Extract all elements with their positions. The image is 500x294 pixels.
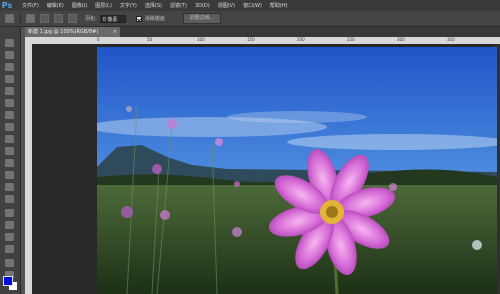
document-tab-bar: 新建 1.jpg @ 100%(RGB/8#) × bbox=[25, 27, 500, 37]
document-canvas-image[interactable] bbox=[97, 47, 497, 294]
menu-file[interactable]: 文件(F) bbox=[22, 2, 39, 9]
hand-icon[interactable] bbox=[5, 259, 14, 267]
dodge-icon[interactable] bbox=[5, 195, 14, 203]
menu-type[interactable]: 文字(Y) bbox=[120, 2, 137, 9]
flower-photo bbox=[97, 47, 497, 294]
marquee-icon[interactable] bbox=[5, 51, 14, 59]
brush-icon[interactable] bbox=[5, 123, 14, 131]
quick-select-icon[interactable] bbox=[5, 75, 14, 83]
feather-input[interactable]: 0 像素 bbox=[99, 14, 126, 23]
subtract-selection-icon[interactable] bbox=[54, 14, 63, 23]
menu-select[interactable]: 选择(S) bbox=[145, 2, 162, 9]
menu-window[interactable]: 窗口(W) bbox=[243, 2, 262, 9]
menu-3d[interactable]: 3D(D) bbox=[195, 3, 210, 9]
document-tab[interactable]: 新建 1.jpg @ 100%(RGB/8#) × bbox=[25, 27, 120, 37]
tool-preset-icon[interactable] bbox=[5, 14, 14, 23]
menu-help[interactable]: 帮助(H) bbox=[270, 2, 288, 9]
eraser-icon[interactable] bbox=[5, 159, 14, 167]
new-selection-icon[interactable] bbox=[26, 14, 35, 23]
feather-label: 羽化: bbox=[85, 16, 97, 22]
menu-bar: Ps 文件(F) 编辑(E) 图像(I) 图层(L) 文字(Y) 选择(S) 滤… bbox=[0, 0, 500, 11]
ruler-tick: 200 bbox=[297, 37, 305, 42]
crop-icon[interactable] bbox=[5, 87, 14, 95]
antialias-checkbox[interactable] bbox=[135, 15, 142, 22]
menu-layer[interactable]: 图层(L) bbox=[95, 2, 112, 9]
gradient-icon[interactable] bbox=[5, 171, 14, 179]
antialias-label: 消除锯齿 bbox=[144, 16, 165, 22]
menu-view[interactable]: 视图(V) bbox=[218, 2, 235, 9]
clone-stamp-icon[interactable] bbox=[5, 135, 14, 143]
ruler-tick: 100 bbox=[197, 37, 205, 42]
divider bbox=[20, 13, 21, 24]
add-selection-icon[interactable] bbox=[40, 14, 49, 23]
document-tab-label: 新建 1.jpg @ 100%(RGB/8#) bbox=[28, 29, 99, 35]
ruler-tick: 0 bbox=[97, 37, 100, 42]
close-icon[interactable]: × bbox=[113, 27, 117, 37]
ruler-tick: 150 bbox=[247, 37, 255, 42]
blur-icon[interactable] bbox=[5, 183, 14, 191]
shape-icon[interactable] bbox=[5, 245, 14, 253]
options-bar: 羽化: 0 像素 消除锯齿 调整边缘... bbox=[0, 11, 500, 27]
foreground-color-swatch[interactable] bbox=[3, 276, 13, 286]
ruler-tick: 350 bbox=[447, 37, 455, 42]
move-icon[interactable] bbox=[5, 39, 14, 47]
path-select-icon[interactable] bbox=[5, 233, 14, 241]
intersect-selection-icon[interactable] bbox=[68, 14, 77, 23]
ruler-tick: 300 bbox=[397, 37, 405, 42]
menu-filter[interactable]: 滤镜(T) bbox=[170, 2, 187, 9]
type-icon[interactable] bbox=[5, 221, 14, 229]
refine-edge-button[interactable]: 调整边缘... bbox=[182, 13, 222, 24]
pen-icon[interactable] bbox=[5, 209, 14, 217]
ruler-tick: 50 bbox=[147, 37, 153, 42]
photoshop-logo-icon: Ps bbox=[1, 1, 13, 10]
ruler-tick: 250 bbox=[347, 37, 355, 42]
lasso-icon[interactable] bbox=[5, 63, 14, 71]
healing-icon[interactable] bbox=[5, 111, 14, 119]
menu-edit[interactable]: 编辑(E) bbox=[47, 2, 64, 9]
menu-image[interactable]: 图像(I) bbox=[72, 2, 87, 9]
history-brush-icon[interactable] bbox=[5, 147, 14, 155]
tools-panel bbox=[0, 27, 21, 294]
eyedropper-icon[interactable] bbox=[5, 99, 14, 107]
